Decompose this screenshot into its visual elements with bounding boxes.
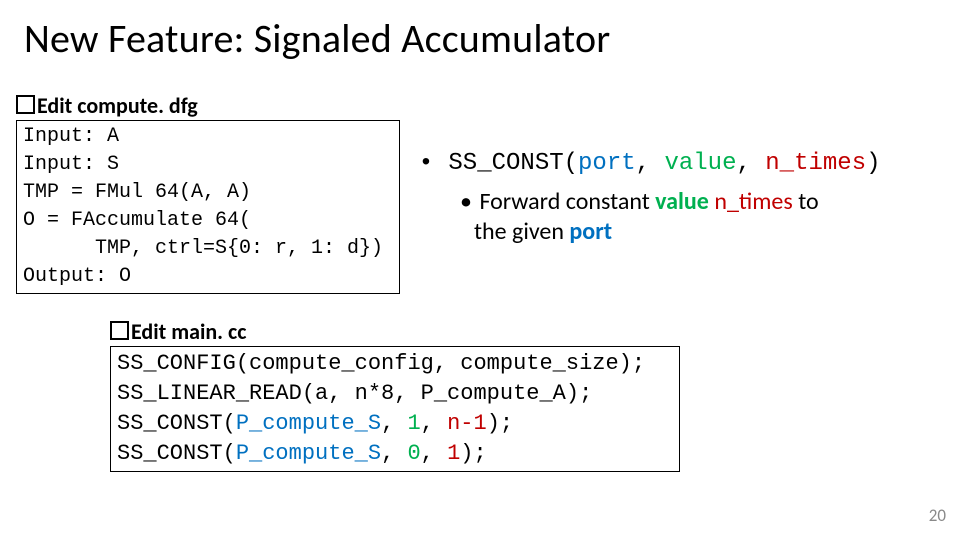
edit-compute-label: Edit compute. dfg <box>16 92 198 119</box>
code-line: Input: A <box>23 125 119 148</box>
edit-compute-filename: compute. dfg <box>77 92 197 119</box>
code-line: Input: S <box>23 153 119 176</box>
api-description: • SS_CONST(port, value, n_times) • Forwa… <box>418 150 881 247</box>
code-line: O = FAccumulate 64( <box>23 209 251 232</box>
bullet-icon: • <box>458 187 474 217</box>
bullet-icon: • <box>418 150 434 177</box>
code-line: TMP, ctrl=S{0: r, 1: d}) <box>23 237 383 260</box>
checkbox-icon <box>110 321 129 340</box>
edit-main-prefix: Edit <box>131 318 171 345</box>
api-sub-value: value <box>655 187 709 216</box>
api-fn: SS_CONST <box>448 150 563 177</box>
code-line: SS_CONFIG(compute_config, compute_size); <box>117 351 645 376</box>
code-line: Output: O <box>23 265 131 288</box>
code-sep: , <box>381 441 407 466</box>
api-sub-ntimes: n_times <box>714 187 792 216</box>
api-arg-value: value <box>664 150 736 177</box>
edit-compute-prefix: Edit <box>37 92 77 119</box>
api-signature: • SS_CONST(port, value, n_times) <box>418 150 881 177</box>
code-line-prefix: SS_CONST( <box>117 441 236 466</box>
code-line-suffix: ); <box>487 411 513 436</box>
code-arg-value: 0 <box>407 441 420 466</box>
code-arg-port: P_compute_S <box>236 441 381 466</box>
code-arg-n: 1 <box>447 441 460 466</box>
api-arg-ntimes: n_times <box>765 150 866 177</box>
api-sub-post1: to <box>793 187 819 216</box>
api-sub-pre: Forward constant <box>479 187 655 216</box>
code-block-main-cc: SS_CONFIG(compute_config, compute_size);… <box>110 346 680 472</box>
api-subtext: • Forward constant value n_times to the … <box>458 187 881 247</box>
page-number: 20 <box>929 505 946 526</box>
code-arg-n: n-1 <box>447 411 487 436</box>
api-sub-post2: the given <box>474 217 569 246</box>
code-line-suffix: ); <box>460 441 486 466</box>
checkbox-icon <box>16 95 35 114</box>
code-sep: , <box>421 411 447 436</box>
api-sub-port: port <box>569 217 612 246</box>
code-sep: , <box>381 411 407 436</box>
code-arg-value: 1 <box>407 411 420 436</box>
api-arg-port: port <box>578 150 636 177</box>
code-sep: , <box>421 441 447 466</box>
code-block-compute-dfg: Input: A Input: S TMP = FMul 64(A, A) O … <box>16 120 400 294</box>
code-arg-port: P_compute_S <box>236 411 381 436</box>
code-line: SS_LINEAR_READ(a, n*8, P_compute_A); <box>117 381 592 406</box>
edit-main-label: Edit main. cc <box>110 318 246 345</box>
code-line-prefix: SS_CONST( <box>117 411 236 436</box>
page-title: New Feature: Signaled Accumulator <box>24 14 610 63</box>
slide: New Feature: Signaled Accumulator Edit c… <box>0 0 960 540</box>
edit-main-filename: main. cc <box>171 318 246 345</box>
code-line: TMP = FMul 64(A, A) <box>23 181 251 204</box>
